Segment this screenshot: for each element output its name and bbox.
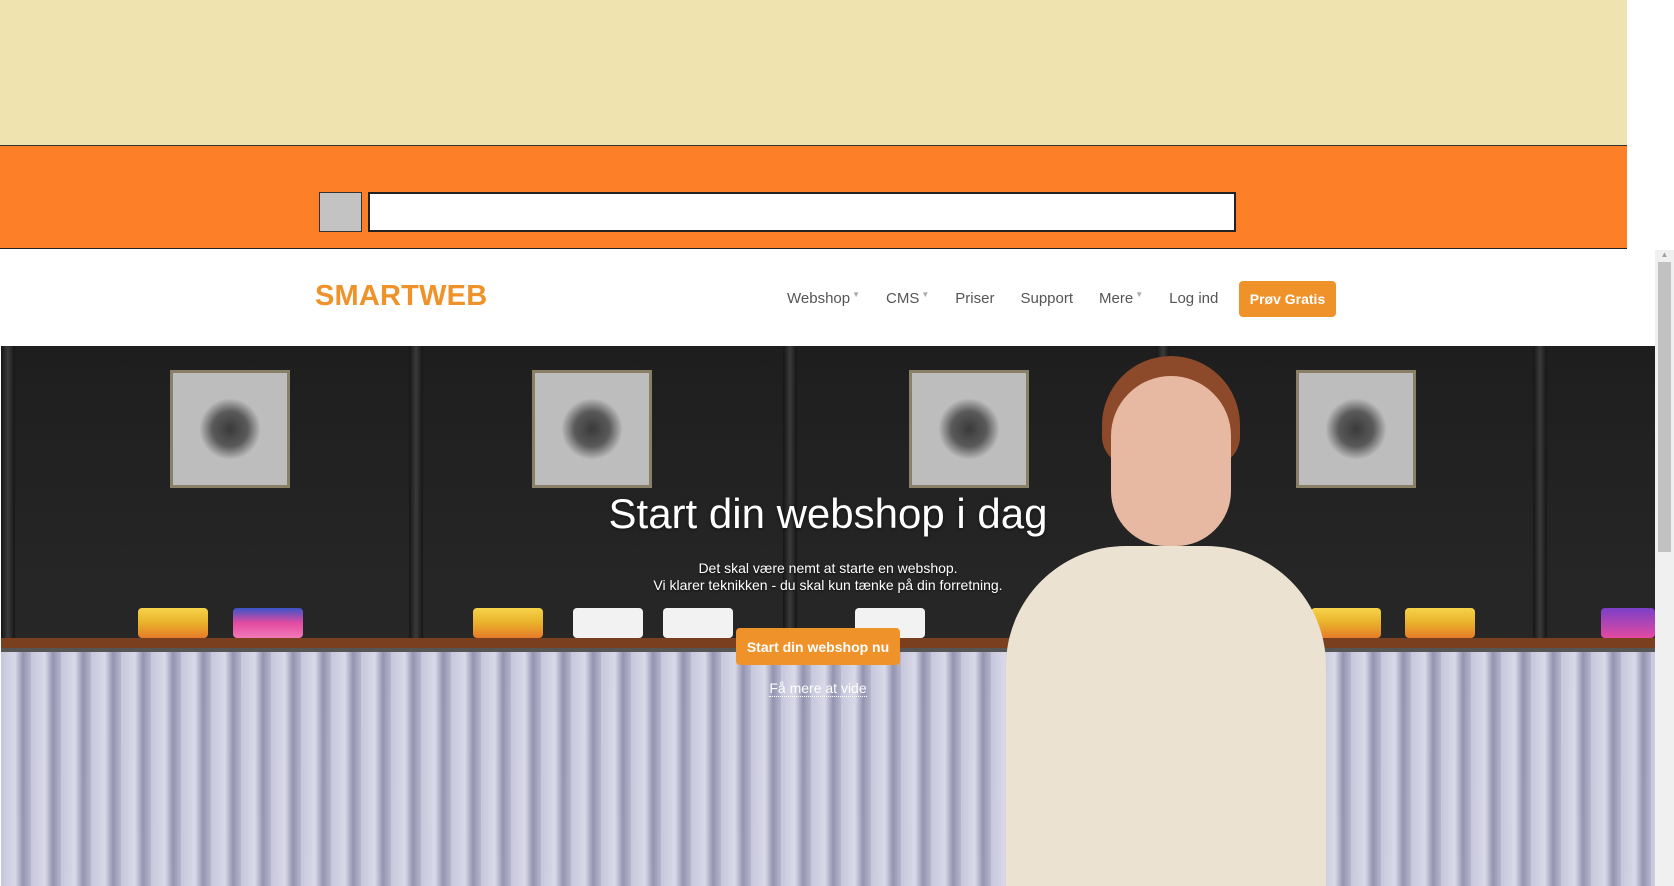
start-webshop-button[interactable]: Start din webshop nu xyxy=(736,628,900,665)
chevron-down-icon: ▼ xyxy=(1135,289,1144,299)
nav-item-cms[interactable]: CMS ▼ xyxy=(886,290,929,307)
folded-clothes xyxy=(1405,608,1475,638)
browser-extension-bar xyxy=(0,0,1627,146)
nav-label: Webshop xyxy=(787,289,851,307)
page-scrollbar[interactable]: ▲ xyxy=(1655,250,1674,886)
learn-more-link[interactable]: Få mere at vide xyxy=(769,680,867,697)
address-input[interactable] xyxy=(368,192,1236,232)
try-free-button[interactable]: Prøv Gratis xyxy=(1239,281,1336,317)
folded-clothes xyxy=(138,608,208,638)
nav-label: Mere xyxy=(1099,289,1134,307)
nav-label: CMS xyxy=(886,289,920,307)
nav-item-webshop[interactable]: Webshop ▼ xyxy=(787,290,860,307)
folded-clothes xyxy=(233,608,303,638)
hero-subtitle-line: Det skal være nemt at starte en webshop. xyxy=(698,560,958,576)
folded-clothes xyxy=(1601,608,1655,638)
toolbar-square-button[interactable] xyxy=(319,192,362,232)
main-nav: Webshop ▼ CMS ▼ Priser Support Mere ▼ Lo… xyxy=(787,250,1244,346)
hero-title: Start din webshop i dag xyxy=(608,490,1048,537)
woman-shirt xyxy=(1006,546,1326,886)
nav-label: Log ind xyxy=(1169,289,1219,307)
nav-label: Support xyxy=(1020,289,1074,307)
hero-banner: Start din webshop i dag Det skal være ne… xyxy=(1,346,1655,886)
nav-item-mere[interactable]: Mere ▼ xyxy=(1099,290,1143,307)
scroll-up-arrow-icon[interactable]: ▲ xyxy=(1655,250,1674,260)
scrollbar-thumb[interactable] xyxy=(1658,262,1671,552)
seahorse-picture xyxy=(170,370,290,488)
woman-photo xyxy=(1006,346,1326,886)
site-logo[interactable]: SMARTWEB xyxy=(315,280,487,313)
nav-label: Priser xyxy=(955,289,995,307)
learn-more-container: Få mere at vide xyxy=(1,680,1635,697)
nav-item-support[interactable]: Support xyxy=(1020,290,1073,307)
hero-subtitle: Det skal være nemt at starte en webshop.… xyxy=(1,560,1655,594)
folded-clothes xyxy=(663,608,733,638)
folded-clothes xyxy=(573,608,643,638)
chevron-down-icon: ▼ xyxy=(852,289,861,299)
folded-clothes xyxy=(473,608,543,638)
hero-subtitle-line: Vi klarer teknikken - du skal kun tænke … xyxy=(653,577,1003,593)
nav-item-log-ind[interactable]: Log ind xyxy=(1169,290,1218,307)
whale-picture xyxy=(532,370,652,488)
chevron-down-icon: ▼ xyxy=(921,289,930,299)
nav-item-priser[interactable]: Priser xyxy=(955,290,994,307)
site-header: SMARTWEB Webshop ▼ CMS ▼ Priser Support … xyxy=(0,250,1655,346)
